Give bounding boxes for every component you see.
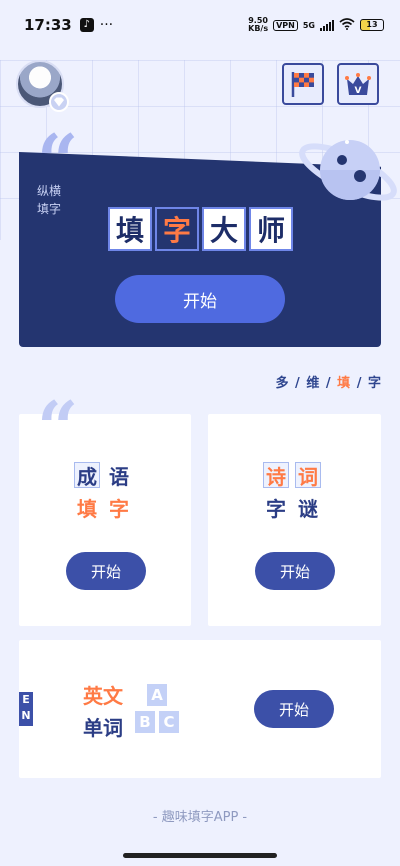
vip-crown-button[interactable]: V	[337, 63, 379, 105]
title-char: 填	[108, 207, 152, 251]
word-char: 字	[109, 496, 129, 521]
title-char: 大	[202, 207, 246, 251]
word-char: 诗	[263, 462, 289, 489]
english-label: 英文	[83, 684, 123, 708]
letter-tile: B	[135, 711, 155, 733]
svg-text:V: V	[355, 86, 362, 96]
footer-text: - 趣味填字APP -	[152, 810, 248, 825]
hero-title: 填 字 大 师	[108, 207, 293, 251]
word-char: 成	[74, 462, 100, 489]
word-char: 填	[77, 496, 97, 521]
word-char: 语	[109, 464, 129, 489]
hero-subtitle: 纵横 填字	[37, 184, 62, 216]
quote-icon: “	[37, 385, 79, 470]
word-char: 词	[295, 462, 321, 489]
letter-tile: C	[159, 711, 179, 733]
tagline: 多 / 维 / 填 / 字	[275, 376, 382, 391]
english-start-button[interactable]: 开始	[254, 690, 334, 728]
battery-icon: 13	[360, 19, 384, 31]
planet-icon	[299, 140, 397, 201]
letter-tile: A	[147, 684, 167, 706]
more-notifications-icon: ···	[99, 17, 114, 33]
idiom-crossword-card: “ 成 语 填 字 开始	[19, 392, 191, 626]
checkered-flag-icon	[291, 72, 314, 97]
tiktok-icon: ♪	[79, 18, 94, 32]
poem-start-button[interactable]: 开始	[255, 552, 335, 590]
checkered-flag-button[interactable]	[282, 63, 324, 105]
signal-icon	[320, 19, 334, 31]
word-char: 谜	[298, 496, 318, 521]
status-time: 17:33	[24, 16, 72, 34]
poem-riddle-card: 诗 词 字 谜 开始	[208, 414, 381, 626]
title-char: 师	[249, 207, 293, 251]
wifi-icon	[339, 17, 355, 33]
en-badge: E N	[19, 692, 33, 726]
english-word-card: E N 英文 单词 A B C 开始	[19, 640, 381, 778]
vpn-badge: VPN	[273, 19, 298, 31]
network-type: 5G	[302, 20, 315, 30]
idiom-start-button[interactable]: 开始	[66, 552, 146, 590]
title-char-accent: 字	[155, 207, 199, 251]
vip-diamond-icon	[49, 92, 69, 112]
home-indicator[interactable]	[123, 853, 277, 858]
crown-icon: V	[345, 73, 371, 96]
crossword-master-start-button[interactable]: 开始	[115, 275, 285, 323]
status-bar: 17:33 ♪ ··· 9.50 KB/s VPN 5G 13	[0, 0, 400, 50]
network-speed: 9.50 KB/s	[248, 16, 269, 33]
word-label: 单词	[83, 716, 123, 740]
word-char: 字	[266, 496, 286, 521]
